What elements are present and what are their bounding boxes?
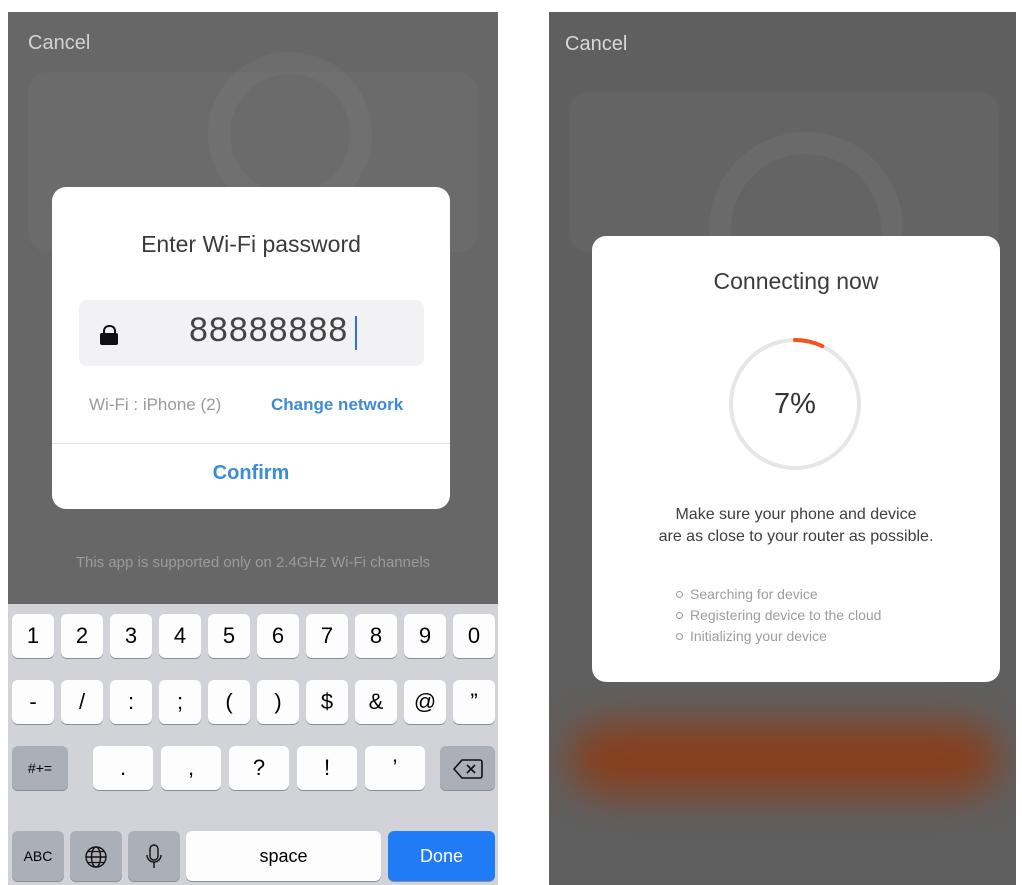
cancel-button[interactable]: Cancel (28, 32, 90, 55)
lock-icon (100, 325, 118, 345)
channel-notice: This app is supported only on 2.4GHz Wi-… (75, 554, 431, 571)
globe-key[interactable] (70, 831, 122, 881)
key-4[interactable]: 4 (159, 614, 201, 658)
key-comma[interactable]: , (161, 746, 221, 790)
bullet-icon (676, 632, 683, 640)
cancel-button[interactable]: Cancel (565, 33, 627, 56)
key-apostrophe[interactable]: ’ (365, 746, 425, 790)
key-3[interactable]: 3 (110, 614, 152, 658)
background-glow (569, 724, 999, 794)
microphone-icon (146, 844, 162, 869)
progress-percent: 7% (774, 388, 816, 420)
connecting-screen: Cancel Connecting now 7% Make sure your … (549, 12, 1016, 885)
backspace-icon (452, 759, 483, 779)
hint-line-2: are as close to your router as possible. (658, 528, 934, 545)
globe-icon (85, 846, 107, 868)
keyboard: 1 2 3 4 5 6 7 8 9 0 - / : ; ( ) $ & @ ” … (8, 604, 498, 885)
wifi-network-label: Wi-Fi : iPhone (2) (89, 395, 222, 414)
text-cursor (355, 316, 357, 350)
bullet-icon (676, 590, 683, 598)
key-7[interactable]: 7 (306, 614, 348, 658)
bullet-icon (676, 611, 683, 619)
steps-list: Searching for device Registering device … (676, 584, 881, 647)
list-item: Registering device to the cloud (676, 605, 881, 626)
divider (52, 443, 450, 444)
password-value: 88888888 (189, 311, 349, 349)
backspace-key[interactable] (440, 746, 495, 790)
step-label: Registering device to the cloud (690, 607, 882, 623)
key-5[interactable]: 5 (208, 614, 250, 658)
key-close-paren[interactable]: ) (257, 680, 299, 724)
key-6[interactable]: 6 (257, 614, 299, 658)
confirm-button[interactable]: Confirm (52, 462, 450, 485)
key-period[interactable]: . (93, 746, 153, 790)
connecting-card: Connecting now 7% Make sure your phone a… (592, 236, 1000, 682)
space-key[interactable]: space (186, 831, 381, 881)
key-open-paren[interactable]: ( (208, 680, 250, 724)
wifi-password-dialog: Enter Wi-Fi password 88888888 Wi-Fi : iP… (52, 187, 450, 509)
key-question[interactable]: ? (229, 746, 289, 790)
key-at[interactable]: @ (404, 680, 446, 724)
key-ampersand[interactable]: & (355, 680, 397, 724)
step-label: Searching for device (690, 586, 818, 602)
key-2[interactable]: 2 (61, 614, 103, 658)
key-8[interactable]: 8 (355, 614, 397, 658)
symbols-toggle-key[interactable]: #+= (12, 746, 68, 790)
step-label: Initializing your device (690, 628, 827, 644)
key-hyphen[interactable]: - (12, 680, 54, 724)
key-1[interactable]: 1 (12, 614, 54, 658)
key-exclamation[interactable]: ! (297, 746, 357, 790)
key-quote[interactable]: ” (453, 680, 495, 724)
microphone-key[interactable] (128, 831, 180, 881)
wifi-password-screen: Cancel Enter Wi-Fi password 88888888 Wi-… (8, 12, 498, 885)
list-item: Initializing your device (676, 626, 881, 647)
done-key[interactable]: Done (388, 831, 495, 881)
card-title: Connecting now (713, 268, 879, 294)
key-dollar[interactable]: $ (306, 680, 348, 724)
list-item: Searching for device (676, 584, 881, 605)
change-network-link[interactable]: Change network (271, 395, 403, 415)
key-colon[interactable]: : (110, 680, 152, 724)
key-0[interactable]: 0 (453, 614, 495, 658)
key-slash[interactable]: / (61, 680, 103, 724)
hint-line-1: Make sure your phone and device (675, 506, 917, 523)
key-9[interactable]: 9 (404, 614, 446, 658)
dialog-title: Enter Wi-Fi password (141, 231, 361, 257)
key-semicolon[interactable]: ; (159, 680, 201, 724)
password-input[interactable]: 88888888 (79, 300, 424, 366)
abc-key[interactable]: ABC (12, 831, 64, 881)
